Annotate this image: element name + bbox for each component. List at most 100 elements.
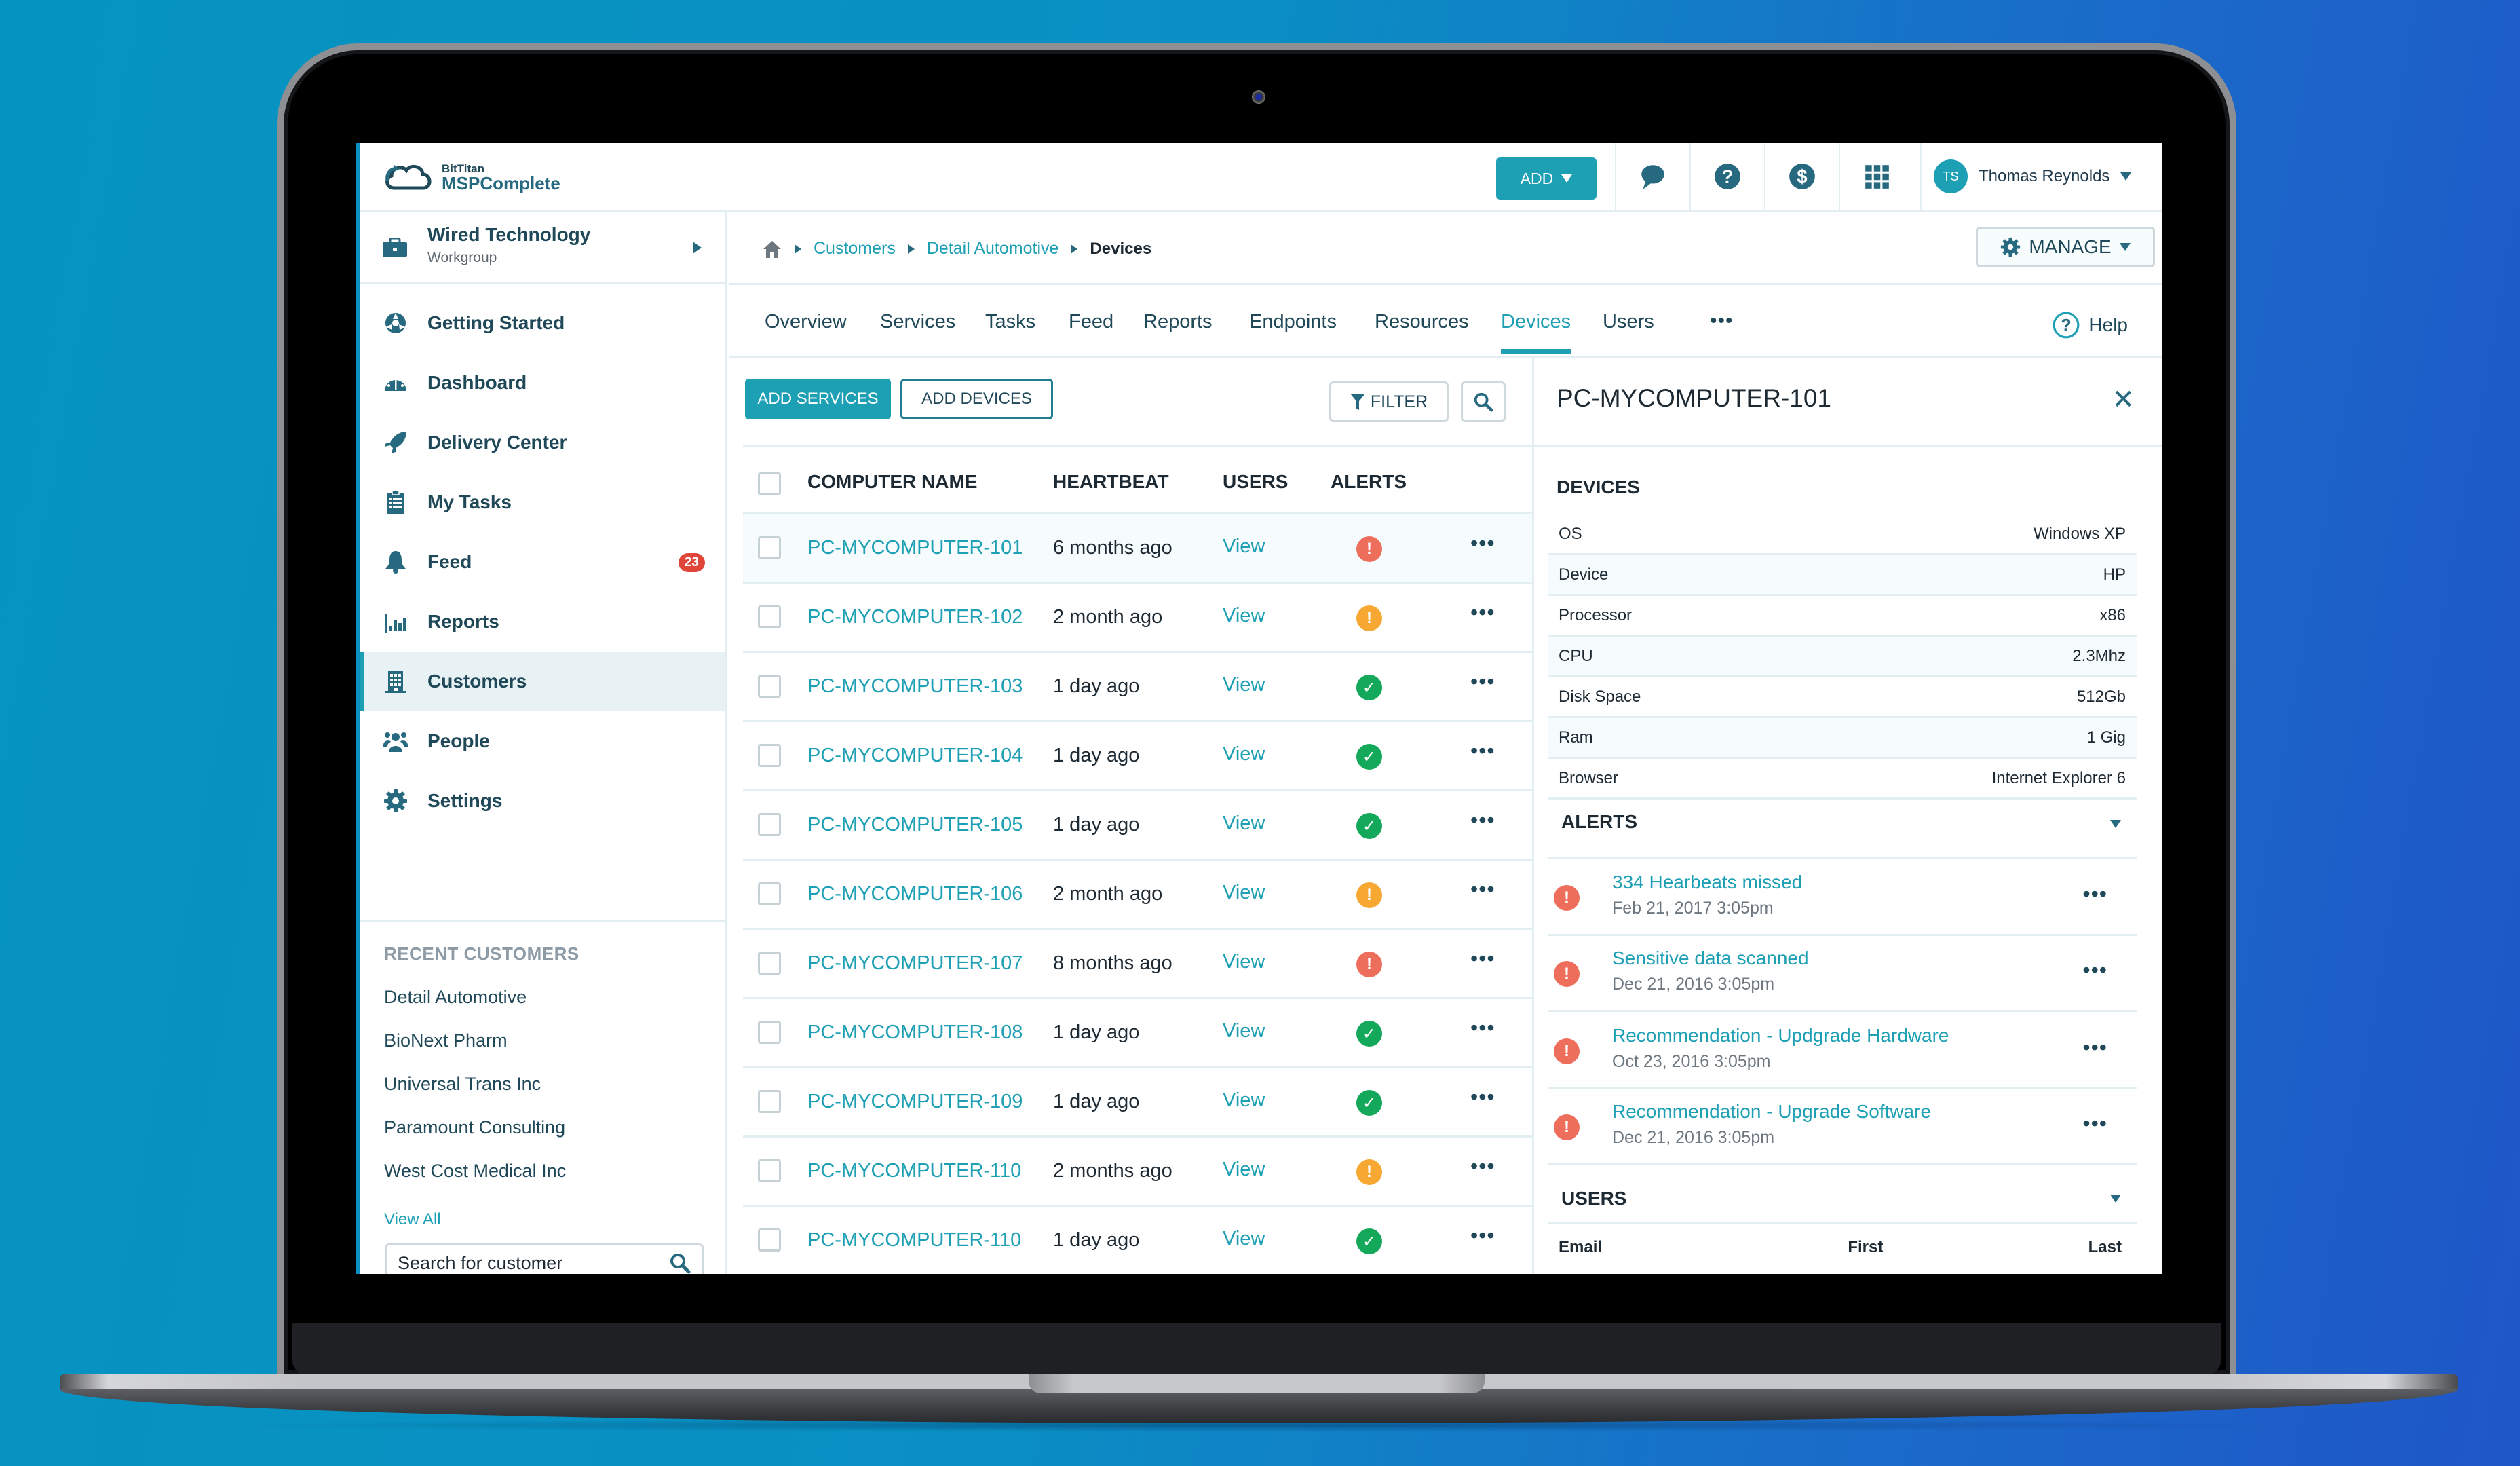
breadcrumb-customers[interactable]: Customers [814, 239, 896, 259]
row-actions-icon[interactable]: ••• [1470, 946, 1495, 971]
alert-item[interactable]: ! Sensitive data scanned Dec 21, 2016 3:05… [1548, 935, 2137, 1010]
chat-button[interactable] [1615, 143, 1689, 210]
table-row[interactable]: PC-MYCOMPUTER-103 1 day ago View ✓ ••• [743, 651, 1532, 720]
row-actions-icon[interactable]: ••• [1470, 1223, 1495, 1248]
row-checkbox[interactable] [758, 1090, 781, 1113]
row-actions-icon[interactable]: ••• [1470, 877, 1495, 902]
row-checkbox[interactable] [758, 813, 781, 836]
recent-customer-link[interactable]: BioNext Pharm [384, 1030, 508, 1051]
computer-name-link[interactable]: PC-MYCOMPUTER-107 [807, 952, 1023, 975]
row-actions-icon[interactable]: ••• [1470, 600, 1495, 625]
sidebar-item-feed[interactable]: Feed 23 [360, 532, 725, 592]
computer-name-link[interactable]: PC-MYCOMPUTER-106 [807, 883, 1023, 905]
alert-title-link[interactable]: Recommendation - Updgrade Hardware [1612, 1025, 1949, 1047]
add-devices-button[interactable]: ADD DEVICES [900, 379, 1053, 419]
row-checkbox[interactable] [758, 882, 781, 905]
manage-button[interactable]: MANAGE [1976, 227, 2155, 267]
collapse-alerts-icon[interactable] [2110, 820, 2121, 828]
row-actions-icon[interactable]: ••• [1470, 531, 1495, 556]
row-checkbox[interactable] [758, 952, 781, 975]
row-checkbox[interactable] [758, 675, 781, 698]
view-users-link[interactable]: View [1223, 605, 1265, 627]
column-header-last[interactable]: Last [2088, 1238, 2122, 1257]
view-users-link[interactable]: View [1223, 1089, 1265, 1112]
view-users-link[interactable]: View [1223, 1159, 1265, 1181]
row-checkbox[interactable] [758, 1228, 781, 1252]
apps-button[interactable] [1839, 143, 1913, 210]
sidebar-item-customers[interactable]: Customers [360, 652, 725, 711]
tab-overview[interactable]: Overview [765, 311, 847, 354]
table-row[interactable]: PC-MYCOMPUTER-107 8 months ago View! ••• [743, 928, 1532, 997]
home-icon[interactable] [762, 240, 782, 259]
view-users-link[interactable]: View [1223, 812, 1265, 835]
workgroup-switcher[interactable]: Wired Technology Workgroup [360, 212, 725, 284]
recent-customer-link[interactable]: Universal Trans Inc [384, 1074, 541, 1095]
row-actions-icon[interactable]: ••• [1470, 1154, 1495, 1179]
sidebar-item-getting-started[interactable]: Getting Started [360, 293, 725, 353]
column-header-email[interactable]: Email [1559, 1238, 1602, 1257]
table-row[interactable]: PC-MYCOMPUTER-105 1 day ago View ✓ ••• [743, 789, 1532, 859]
sidebar-item-dashboard[interactable]: Dashboard [360, 353, 725, 413]
view-users-link[interactable]: View [1223, 743, 1265, 766]
table-row[interactable]: PC-MYCOMPUTER-110 2 months ago View! ••• [743, 1135, 1532, 1205]
alert-actions-icon[interactable]: ••• [2082, 882, 2107, 907]
user-menu[interactable]: TS Thomas Reynolds [1920, 143, 2162, 210]
collapse-users-icon[interactable] [2110, 1195, 2121, 1203]
sidebar-item-settings[interactable]: Settings [360, 771, 725, 831]
row-actions-icon[interactable]: ••• [1470, 738, 1495, 764]
filter-button[interactable]: FILTER [1329, 381, 1449, 422]
tab-users[interactable]: Users [1603, 311, 1654, 354]
recent-customer-link[interactable]: West Cost Medical Inc [384, 1161, 566, 1182]
brand-logo[interactable]: BitTitan MSPComplete [382, 161, 560, 193]
help-link[interactable]: ? Help [2052, 311, 2128, 339]
tab-reports[interactable]: Reports [1143, 311, 1213, 354]
table-row[interactable]: PC-MYCOMPUTER-108 1 day ago View ✓ ••• [743, 997, 1532, 1066]
alert-title-link[interactable]: 334 Hearbeats missed [1612, 871, 1802, 893]
row-checkbox[interactable] [758, 536, 781, 559]
view-users-link[interactable]: View [1223, 674, 1265, 696]
table-row[interactable]: PC-MYCOMPUTER-110 1 day ago View ✓ ••• [743, 1205, 1532, 1274]
close-icon[interactable]: ✕ [2112, 384, 2135, 415]
view-all-link[interactable]: View All [384, 1210, 441, 1229]
tab-resources[interactable]: Resources [1375, 311, 1469, 354]
alert-item[interactable]: ! Recommendation - Updgrade Hardware Oct 2… [1548, 1013, 2137, 1087]
add-button[interactable]: ADD [1496, 157, 1597, 200]
row-actions-icon[interactable]: ••• [1470, 808, 1495, 833]
computer-name-link[interactable]: PC-MYCOMPUTER-110 [807, 1229, 1021, 1252]
alert-item[interactable]: ! Recommendation - Upgrade Software Dec 21… [1548, 1089, 2137, 1163]
row-checkbox[interactable] [758, 744, 781, 767]
table-row[interactable]: PC-MYCOMPUTER-109 1 day ago View ✓ ••• [743, 1066, 1532, 1135]
view-users-link[interactable]: View [1223, 951, 1265, 973]
computer-name-link[interactable]: PC-MYCOMPUTER-103 [807, 675, 1023, 698]
view-users-link[interactable]: View [1223, 1228, 1265, 1250]
row-checkbox[interactable] [758, 605, 781, 628]
row-actions-icon[interactable]: ••• [1470, 1015, 1495, 1040]
view-users-link[interactable]: View [1223, 882, 1265, 904]
column-header-heartbeat[interactable]: HEARTBEAT [1053, 471, 1169, 493]
tab-tasks[interactable]: Tasks [985, 311, 1035, 354]
alert-actions-icon[interactable]: ••• [2082, 1111, 2107, 1136]
table-row[interactable]: PC-MYCOMPUTER-102 2 month ago View! ••• [743, 582, 1532, 651]
customer-search-input[interactable] [398, 1252, 669, 1274]
add-services-button[interactable]: ADD SERVICES [745, 379, 891, 419]
view-users-link[interactable]: View [1223, 1020, 1265, 1042]
column-header-computer-name[interactable]: COMPUTER NAME [807, 471, 977, 493]
computer-name-link[interactable]: PC-MYCOMPUTER-102 [807, 606, 1023, 628]
table-row[interactable]: PC-MYCOMPUTER-106 2 month ago View! ••• [743, 859, 1532, 928]
computer-name-link[interactable]: PC-MYCOMPUTER-104 [807, 745, 1023, 767]
tab-endpoints[interactable]: Endpoints [1249, 311, 1337, 354]
billing-button[interactable]: $ [1764, 143, 1839, 210]
computer-name-link[interactable]: PC-MYCOMPUTER-101 [807, 537, 1023, 559]
sidebar-item-my-tasks[interactable]: My Tasks [360, 472, 725, 532]
alert-title-link[interactable]: Recommendation - Upgrade Software [1612, 1101, 1931, 1123]
table-search-button[interactable] [1461, 381, 1506, 422]
recent-customer-link[interactable]: Detail Automotive [384, 987, 527, 1008]
alert-title-link[interactable]: Sensitive data scanned [1612, 947, 1809, 969]
row-checkbox[interactable] [758, 1021, 781, 1044]
table-row[interactable]: PC-MYCOMPUTER-101 6 months ago View! ••• [743, 512, 1532, 582]
column-header-first[interactable]: First [1848, 1238, 1883, 1257]
row-actions-icon[interactable]: ••• [1470, 669, 1495, 694]
help-button[interactable]: ? [1689, 143, 1764, 210]
table-row[interactable]: PC-MYCOMPUTER-104 1 day ago View ✓ ••• [743, 720, 1532, 789]
tab-feed[interactable]: Feed [1069, 311, 1113, 354]
